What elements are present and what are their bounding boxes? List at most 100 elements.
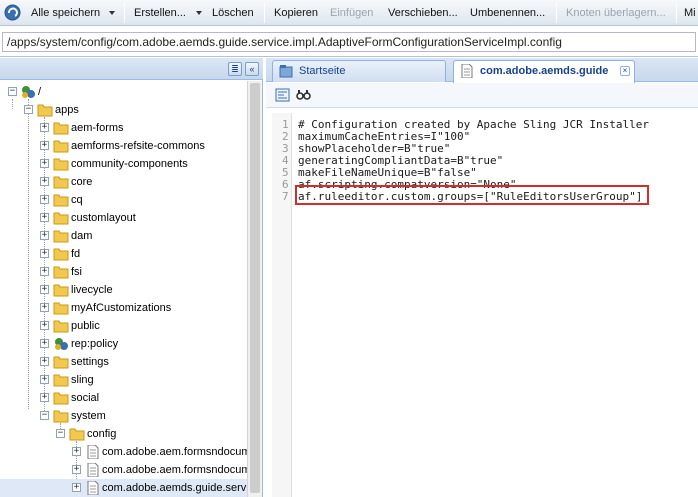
folder-icon bbox=[53, 284, 69, 297]
expand-toggle-icon[interactable]: + bbox=[40, 249, 49, 258]
tree-node-app-folder[interactable]: + sling bbox=[0, 371, 247, 389]
create-button[interactable]: Erstellen... bbox=[134, 5, 186, 21]
paste-button[interactable]: Einfügen bbox=[330, 5, 373, 21]
tree-scrollbar-thumb[interactable] bbox=[250, 83, 260, 493]
tree-node-app-folder[interactable]: + social bbox=[0, 389, 247, 407]
tree-node-label: system bbox=[71, 410, 106, 422]
tree-node-app-folder[interactable]: + livecycle bbox=[0, 281, 247, 299]
tree-node-config-file[interactable]: + com.adobe.aem.formsndocum bbox=[0, 461, 247, 479]
expand-toggle-icon[interactable]: + bbox=[72, 465, 81, 474]
tree-node-label: com.adobe.aem.formsndocum bbox=[102, 446, 247, 458]
tree-node-app-folder[interactable]: + rep:policy bbox=[0, 335, 247, 353]
expand-toggle-icon[interactable]: + bbox=[40, 303, 49, 312]
collapse-toggle-icon[interactable]: − bbox=[56, 429, 65, 438]
folder-open-icon bbox=[69, 428, 85, 441]
close-tab-icon[interactable]: × bbox=[620, 66, 630, 76]
tab-config-file[interactable]: com.adobe.aemds.guide × bbox=[453, 60, 635, 83]
folder-icon bbox=[53, 374, 69, 387]
filter-icon[interactable]: ≣ bbox=[228, 62, 242, 76]
tree-node-label: fsi bbox=[71, 266, 82, 278]
path-input[interactable]: /apps/system/config/com.adobe.aemds.guid… bbox=[2, 32, 696, 52]
editor-toolbar bbox=[266, 83, 698, 108]
expand-toggle-icon[interactable]: + bbox=[40, 267, 49, 276]
expand-toggle-icon[interactable]: + bbox=[40, 375, 49, 384]
expand-toggle-icon[interactable]: + bbox=[40, 285, 49, 294]
tree-node-config-file-selected[interactable]: + com.adobe.aemds.guide.serv bbox=[0, 479, 247, 497]
expand-toggle-icon[interactable]: + bbox=[40, 213, 49, 222]
tree-node-label: com.adobe.aemds.guide.serv bbox=[102, 482, 247, 494]
expand-toggle-icon[interactable]: + bbox=[40, 393, 49, 402]
tree-node-label: community-components bbox=[71, 158, 188, 170]
tree-node-app-folder[interactable]: + public bbox=[0, 317, 247, 335]
save-all-button[interactable]: Alle speichern bbox=[31, 5, 100, 21]
collapse-toggle-icon[interactable]: − bbox=[24, 105, 33, 114]
repository-icon bbox=[22, 86, 35, 98]
tree-node-app-folder[interactable]: + settings bbox=[0, 353, 247, 371]
file-icon bbox=[87, 463, 99, 477]
tree-node-app-folder[interactable]: + dam bbox=[0, 227, 247, 245]
tree-node-config-file[interactable]: + com.adobe.aem.formsndocum bbox=[0, 443, 247, 461]
tree-node-label: myAfCustomizations bbox=[71, 302, 172, 314]
expand-toggle-icon[interactable]: + bbox=[72, 483, 81, 492]
tree-node-app-folder[interactable]: + core bbox=[0, 173, 247, 191]
tree-node-system[interactable]: − system bbox=[0, 407, 247, 425]
tab-label: com.adobe.aemds.guide bbox=[480, 65, 609, 77]
folder-icon bbox=[53, 266, 69, 279]
expand-toggle-icon[interactable]: + bbox=[40, 357, 49, 366]
expand-toggle-icon[interactable]: + bbox=[40, 177, 49, 186]
expand-toggle-icon[interactable]: + bbox=[40, 321, 49, 330]
home-icon bbox=[279, 65, 293, 78]
find-icon[interactable] bbox=[296, 88, 311, 102]
collapse-panel-icon[interactable]: « bbox=[245, 62, 259, 76]
rename-button[interactable]: Umbenennen... bbox=[470, 5, 545, 21]
tab-home[interactable]: Startseite bbox=[272, 60, 446, 82]
tree-node-config[interactable]: − config bbox=[0, 425, 247, 443]
copy-button[interactable]: Kopieren bbox=[274, 5, 318, 21]
collapse-toggle-icon[interactable]: − bbox=[40, 411, 49, 420]
folder-icon bbox=[53, 194, 69, 207]
tree-node-app-folder[interactable]: + fsi bbox=[0, 263, 247, 281]
collapse-toggle-icon[interactable]: − bbox=[8, 87, 17, 96]
format-icon[interactable] bbox=[275, 88, 290, 102]
tree-node-app-folder[interactable]: + fd bbox=[0, 245, 247, 263]
more-button[interactable]: Mi bbox=[684, 5, 696, 21]
overlay-node-button[interactable]: Knoten überlagern... bbox=[566, 5, 666, 21]
expand-toggle-icon[interactable]: + bbox=[72, 447, 81, 456]
crx-logo-icon[interactable] bbox=[4, 4, 21, 21]
expand-toggle-icon[interactable]: + bbox=[40, 141, 49, 150]
expand-toggle-icon[interactable]: + bbox=[40, 195, 49, 204]
folder-icon bbox=[53, 122, 69, 135]
tree-node-root[interactable]: − / bbox=[0, 83, 247, 101]
expand-toggle-icon[interactable]: + bbox=[40, 123, 49, 132]
folder-icon bbox=[53, 320, 69, 333]
line-number: 7 bbox=[282, 190, 289, 203]
delete-button[interactable]: Löschen bbox=[212, 5, 254, 21]
expand-toggle-icon[interactable]: + bbox=[40, 339, 49, 348]
tree-panel-header: ≣ « bbox=[0, 58, 263, 80]
code-editor[interactable]: 1 # Configuration created by Apache Sling… bbox=[272, 113, 698, 497]
tree-node-app-folder[interactable]: + myAfCustomizations bbox=[0, 299, 247, 317]
expand-toggle-icon[interactable]: + bbox=[40, 231, 49, 240]
tree-node-app-folder[interactable]: + aem-forms bbox=[0, 119, 247, 137]
tree-node-app-folder[interactable]: + customlayout bbox=[0, 209, 247, 227]
editor-tab-strip: Startseite com.adobe.aemds.guide × bbox=[266, 58, 698, 83]
folder-icon bbox=[53, 176, 69, 189]
file-icon bbox=[87, 445, 99, 459]
tree-node-label: fd bbox=[71, 248, 81, 260]
create-dropdown-icon[interactable] bbox=[196, 11, 202, 15]
tree-node-app-folder[interactable]: + cq bbox=[0, 191, 247, 209]
tree-node-label: / bbox=[38, 86, 42, 98]
folder-icon bbox=[53, 302, 69, 315]
tree-node-label: sling bbox=[71, 374, 94, 386]
repository-tree-panel: ≣ « − / − apps + aem-forms + aemforms-refsi… bbox=[0, 58, 263, 497]
editor-panel: Startseite com.adobe.aemds.guide × 1 # Co… bbox=[266, 58, 698, 497]
tree-node-label: rep:policy bbox=[71, 338, 119, 350]
tree-node-apps[interactable]: − apps bbox=[0, 101, 247, 119]
tree-scrollbar[interactable] bbox=[247, 81, 262, 497]
tree-node-label: cq bbox=[71, 194, 83, 206]
save-all-dropdown-icon[interactable] bbox=[109, 11, 115, 15]
tree-node-app-folder[interactable]: + community-components bbox=[0, 155, 247, 173]
tree-node-app-folder[interactable]: + aemforms-refsite-commons bbox=[0, 137, 247, 155]
move-button[interactable]: Verschieben... bbox=[388, 5, 458, 21]
expand-toggle-icon[interactable]: + bbox=[40, 159, 49, 168]
